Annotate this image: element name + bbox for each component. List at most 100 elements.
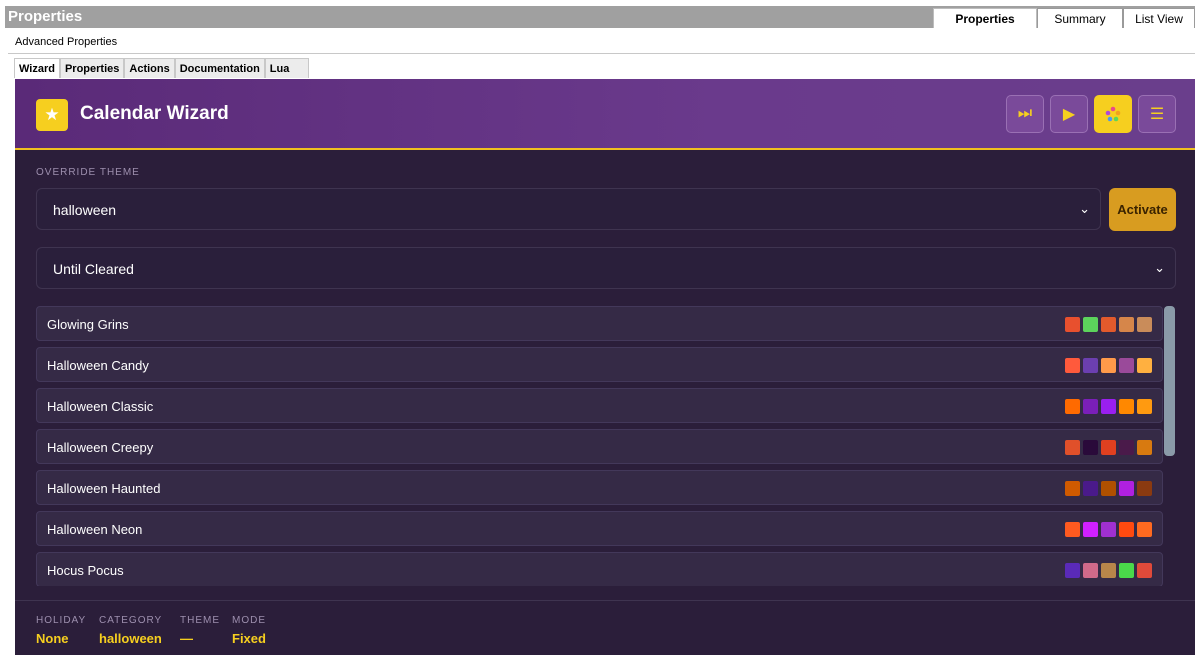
palette-button[interactable] — [1094, 95, 1132, 133]
color-swatch — [1137, 317, 1152, 332]
color-swatch — [1083, 481, 1098, 496]
theme-row[interactable]: Halloween Creepy — [36, 429, 1163, 464]
theme-name: Halloween Creepy — [47, 440, 154, 455]
play-button[interactable]: ▶ — [1050, 95, 1088, 133]
theme-row[interactable]: Halloween Haunted — [36, 470, 1163, 505]
tab-properties[interactable]: Properties — [933, 8, 1037, 28]
theme-swatches — [1062, 317, 1152, 332]
theme-label: THEME — [180, 615, 220, 626]
footer-mode: MODE Fixed — [232, 615, 266, 646]
color-swatch — [1083, 563, 1098, 578]
tab-lua[interactable]: Lua — [264, 58, 309, 78]
footer-holiday: HOLIDAY None — [36, 615, 86, 646]
color-swatch — [1101, 399, 1116, 414]
color-swatch — [1137, 440, 1152, 455]
theme-row[interactable]: Halloween Candy — [36, 347, 1163, 382]
scrollbar-thumb[interactable] — [1164, 306, 1175, 456]
mode-label: MODE — [232, 615, 266, 626]
theme-name: Halloween Haunted — [47, 481, 161, 496]
theme-name: Halloween Candy — [47, 358, 149, 373]
advanced-properties-bar: Advanced Properties — [8, 32, 1195, 54]
tab-documentation[interactable]: Documentation — [174, 58, 265, 78]
color-swatch — [1119, 440, 1134, 455]
color-swatch — [1083, 399, 1098, 414]
theme-list: Glowing Grins Halloween Candy Halloween Cl… — [36, 306, 1163, 586]
tab-wizard[interactable]: Wizard — [14, 58, 60, 78]
theme-name: Hocus Pocus — [47, 563, 124, 578]
color-swatch — [1119, 563, 1134, 578]
window-titlebar: Properties Properties Summary List View — [0, 0, 1195, 30]
color-swatch — [1101, 481, 1116, 496]
theme-row[interactable]: Glowing Grins — [36, 306, 1163, 341]
color-swatch — [1137, 358, 1152, 373]
duration-select[interactable]: Until Cleared ⌄ — [36, 247, 1176, 289]
category-value: halloween — [99, 631, 162, 646]
palette-icon — [1105, 106, 1121, 122]
chevron-down-icon: ⌄ — [1154, 260, 1165, 275]
theme-swatches — [1062, 399, 1152, 414]
override-theme-label: OVERRIDE THEME — [36, 167, 140, 178]
duration-value: Until Cleared — [53, 261, 134, 277]
color-swatch — [1065, 481, 1080, 496]
theme-row[interactable]: Hocus Pocus — [36, 552, 1163, 586]
footer-category: CATEGORY halloween — [99, 615, 162, 646]
color-swatch — [1101, 440, 1116, 455]
theme-swatches — [1062, 358, 1152, 373]
color-swatch — [1083, 317, 1098, 332]
calendar-wizard-panel: ★ Calendar Wizard ⏭ ▶ ☰ OVERRIDE THEME h… — [15, 79, 1195, 655]
color-swatch — [1119, 399, 1134, 414]
wizard-title: Calendar Wizard — [80, 103, 229, 124]
theme-swatches — [1062, 481, 1152, 496]
window-title: Properties — [8, 8, 83, 25]
color-swatch — [1065, 440, 1080, 455]
inner-tabs: Wizard Properties Actions Documentation … — [14, 58, 309, 78]
color-swatch — [1137, 399, 1152, 414]
color-swatch — [1083, 440, 1098, 455]
color-swatch — [1065, 563, 1080, 578]
color-swatch — [1119, 522, 1134, 537]
advanced-properties-label: Advanced Properties — [15, 36, 118, 48]
color-swatch — [1083, 522, 1098, 537]
menu-icon: ☰ — [1149, 106, 1165, 123]
color-swatch — [1101, 317, 1116, 332]
color-swatch — [1083, 358, 1098, 373]
color-swatch — [1065, 399, 1080, 414]
override-theme-select[interactable]: halloween ⌄ — [36, 188, 1101, 230]
star-icon: ★ — [36, 99, 68, 131]
color-swatch — [1101, 522, 1116, 537]
skip-forward-button[interactable]: ⏭ — [1006, 95, 1044, 133]
tab-list-view[interactable]: List View — [1123, 8, 1195, 28]
color-swatch — [1137, 522, 1152, 537]
color-swatch — [1065, 358, 1080, 373]
wizard-header: ★ Calendar Wizard ⏭ ▶ ☰ — [15, 79, 1195, 150]
color-swatch — [1119, 317, 1134, 332]
color-swatch — [1119, 481, 1134, 496]
theme-name: Glowing Grins — [47, 317, 129, 332]
category-label: CATEGORY — [99, 615, 163, 626]
theme-name: Halloween Classic — [47, 399, 154, 414]
theme-row[interactable]: Halloween Neon — [36, 511, 1163, 546]
color-swatch — [1137, 563, 1152, 578]
theme-swatches — [1062, 563, 1152, 578]
theme-swatches — [1062, 522, 1152, 537]
theme-value: — — [180, 631, 193, 646]
color-swatch — [1101, 358, 1116, 373]
color-swatch — [1065, 522, 1080, 537]
footer-theme: THEME — — [180, 615, 220, 646]
wizard-footer: HOLIDAY None CATEGORY halloween THEME — … — [15, 600, 1195, 655]
theme-row[interactable]: Halloween Classic — [36, 388, 1163, 423]
tab-summary[interactable]: Summary — [1037, 8, 1123, 28]
activate-button[interactable]: Activate — [1109, 188, 1176, 231]
theme-swatches — [1062, 440, 1152, 455]
tab-properties-inner[interactable]: Properties — [59, 58, 125, 78]
tab-actions[interactable]: Actions — [124, 58, 175, 78]
override-theme-value: halloween — [53, 202, 117, 218]
menu-button[interactable]: ☰ — [1138, 95, 1176, 133]
color-swatch — [1065, 317, 1080, 332]
chevron-down-icon: ⌄ — [1079, 201, 1090, 216]
skip-forward-icon: ⏭ — [1017, 105, 1033, 122]
theme-name: Halloween Neon — [47, 522, 143, 537]
holiday-value: None — [36, 631, 69, 646]
color-swatch — [1137, 481, 1152, 496]
mode-value: Fixed — [232, 631, 266, 646]
